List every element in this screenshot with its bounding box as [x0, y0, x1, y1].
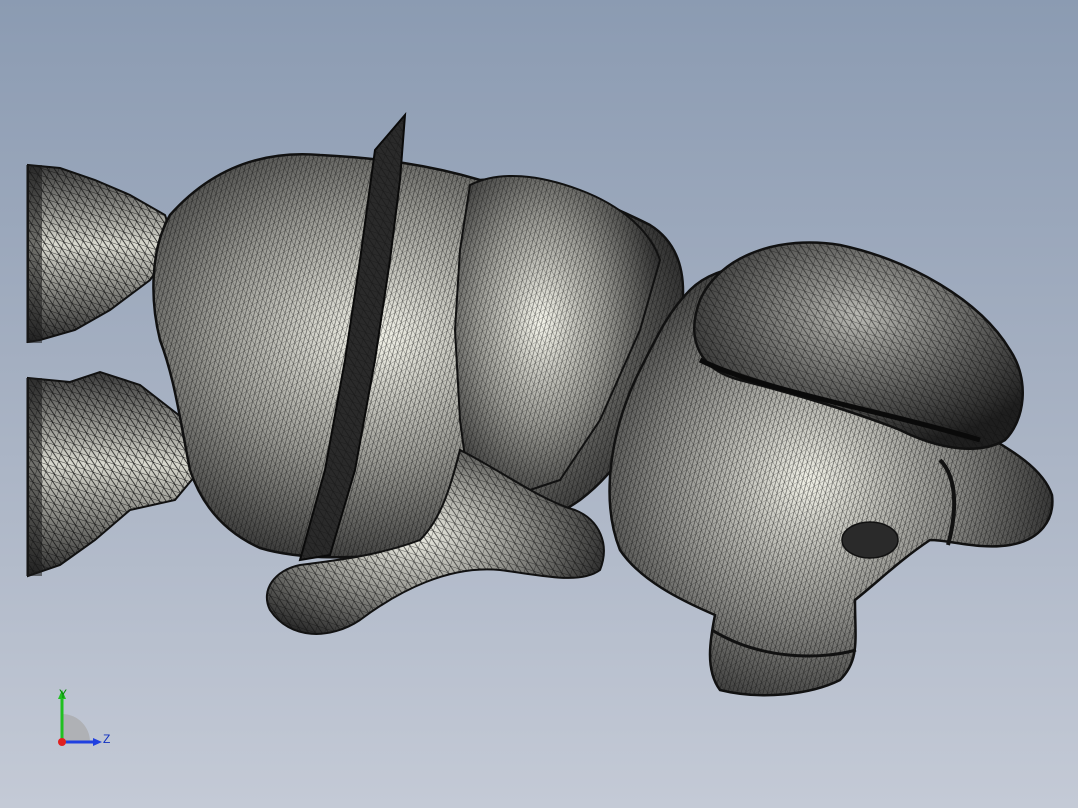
mesh-model[interactable] — [0, 0, 1078, 808]
triad-sweep-icon — [62, 714, 90, 742]
z-axis-label: Z — [103, 732, 111, 746]
upper-leg — [26, 163, 177, 344]
lower-leg — [26, 370, 202, 578]
x-axis-point-icon — [58, 738, 66, 746]
axis-triad[interactable]: Y Z — [50, 684, 120, 754]
y-axis-label: Y — [59, 687, 68, 701]
z-axis-arrow-icon — [93, 738, 102, 746]
graphics-viewport[interactable]: Y Z — [0, 0, 1078, 808]
